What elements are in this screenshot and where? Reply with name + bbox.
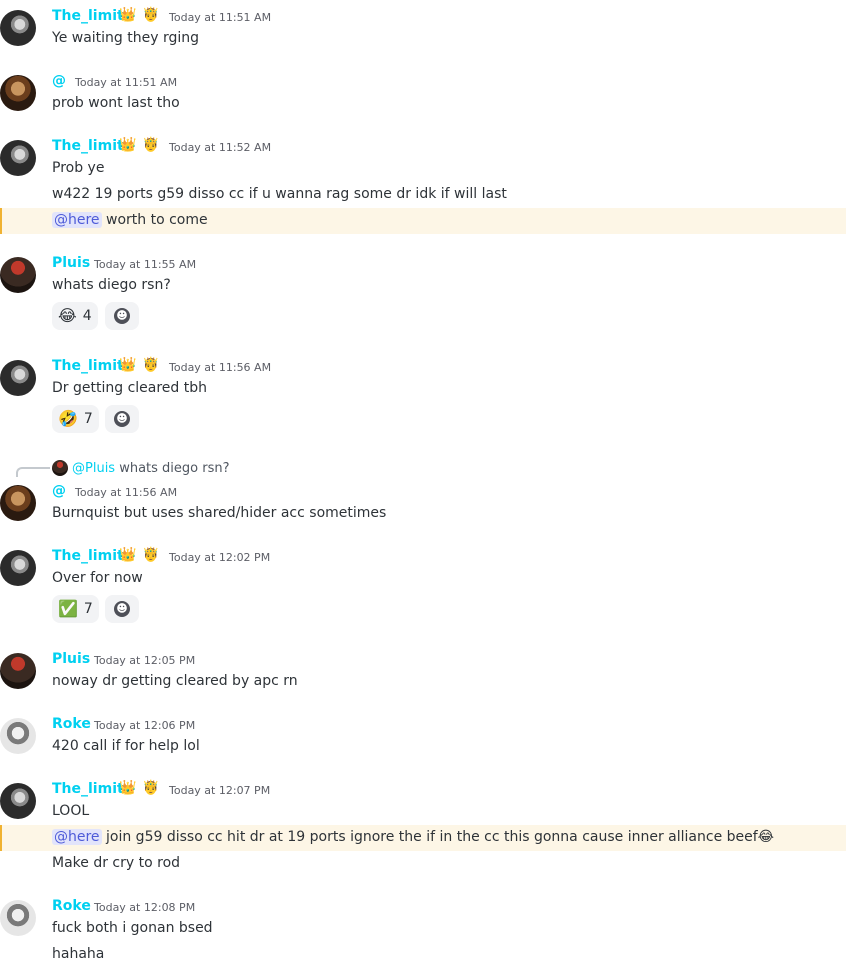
check-mark-emoji-icon: ✅	[58, 599, 78, 618]
message-text: Burnquist but uses shared/hider acc some…	[52, 505, 387, 521]
message-text: whats diego rsn?	[52, 277, 171, 293]
timestamp: Today at 12:07 PM	[169, 784, 271, 797]
add-reaction-button[interactable]: ☻	[105, 405, 139, 433]
message-text: 420 call if for help lol	[52, 738, 200, 754]
author-name[interactable]: The_limit	[52, 358, 124, 374]
avatar[interactable]	[0, 718, 36, 754]
king-badge-icon: 🤴	[142, 7, 160, 23]
author-name[interactable]: The_limit	[52, 8, 124, 24]
mention-highlight-bar	[0, 825, 2, 851]
author-name[interactable]: The_limit	[52, 548, 124, 564]
author-name[interactable]: @	[52, 73, 66, 89]
avatar[interactable]	[0, 485, 36, 521]
reply-avatar	[52, 460, 68, 476]
message-text: Over for now	[52, 570, 143, 586]
here-mention[interactable]: @here	[52, 212, 102, 228]
author-name[interactable]: The_limit	[52, 781, 124, 797]
smile-plus-icon: ☻	[114, 601, 130, 617]
avatar[interactable]	[0, 10, 36, 46]
timestamp: Today at 11:52 AM	[169, 141, 272, 154]
crown-badge-icon: 👑	[119, 7, 137, 23]
reaction-count: 7	[83, 601, 93, 617]
add-reaction-button[interactable]: ☻	[105, 302, 139, 330]
joy-emoji-icon: 😂	[58, 306, 77, 325]
add-reaction-button[interactable]: ☻	[105, 595, 139, 623]
avatar[interactable]	[0, 140, 36, 176]
reaction-count: 7	[83, 411, 93, 427]
reaction-chip[interactable]: 🤣 7	[52, 405, 99, 433]
reaction-chip[interactable]: ✅ 7	[52, 595, 99, 623]
reaction-chip[interactable]: 😂 4	[52, 302, 98, 330]
smile-plus-icon: ☻	[114, 308, 130, 324]
avatar[interactable]	[0, 653, 36, 689]
reply-connector	[16, 467, 50, 477]
smile-plus-icon: ☻	[114, 411, 130, 427]
message-text: noway dr getting cleared by apc rn	[52, 673, 298, 689]
avatar[interactable]	[0, 257, 36, 293]
timestamp: Today at 11:51 AM	[169, 11, 272, 24]
avatar[interactable]	[0, 550, 36, 586]
timestamp: Today at 12:08 PM	[94, 901, 196, 914]
message-text: Make dr cry to rod	[52, 855, 181, 871]
message-text: fuck both i gonan bsed	[52, 920, 213, 936]
reply-author[interactable]: @Pluis	[72, 461, 115, 476]
message-text: Ye waiting they rging	[52, 30, 200, 46]
avatar[interactable]	[0, 360, 36, 396]
reply-preview[interactable]: @Pluis whats diego rsn?	[72, 461, 230, 476]
timestamp: Today at 11:55 AM	[94, 258, 197, 271]
message-text: prob wont last tho	[52, 95, 180, 111]
author-name[interactable]: @	[52, 483, 66, 499]
message-text: w422 19 ports g59 disso cc if u wanna ra…	[52, 186, 507, 202]
message-text: worth to come	[101, 212, 208, 228]
avatar[interactable]	[0, 900, 36, 936]
message-text: Prob ye	[52, 160, 105, 176]
king-badge-icon: 🤴	[142, 357, 160, 373]
author-name[interactable]: Roke	[52, 716, 91, 732]
message-text: Dr getting cleared tbh	[52, 380, 207, 396]
mention-message: @here worth to come	[52, 212, 208, 228]
king-badge-icon: 🤴	[142, 780, 160, 796]
timestamp: Today at 12:02 PM	[169, 551, 271, 564]
author-name[interactable]: Pluis	[52, 255, 90, 271]
timestamp: Today at 12:05 PM	[94, 654, 196, 667]
message-text: LOOL	[52, 803, 90, 819]
author-name[interactable]: Roke	[52, 898, 91, 914]
crown-badge-icon: 👑	[119, 357, 137, 373]
author-name[interactable]: The_limit	[52, 138, 124, 154]
message-text: hahaha	[52, 946, 105, 962]
reaction-count: 4	[82, 308, 92, 324]
here-mention[interactable]: @here	[52, 829, 102, 845]
rofl-emoji-icon: 🤣	[58, 409, 78, 428]
message-text: join g59 disso cc hit dr at 19 ports ign…	[101, 829, 775, 845]
avatar[interactable]	[0, 75, 36, 111]
author-name[interactable]: Pluis	[52, 651, 90, 667]
king-badge-icon: 🤴	[142, 547, 160, 563]
mention-message: @here join g59 disso cc hit dr at 19 por…	[52, 829, 774, 845]
timestamp: Today at 11:56 AM	[169, 361, 272, 374]
king-badge-icon: 🤴	[142, 137, 160, 153]
crown-badge-icon: 👑	[119, 137, 137, 153]
mention-highlight-bar	[0, 208, 2, 234]
timestamp: Today at 11:56 AM	[75, 486, 178, 499]
timestamp: Today at 12:06 PM	[94, 719, 196, 732]
crown-badge-icon: 👑	[119, 780, 137, 796]
timestamp: Today at 11:51 AM	[75, 76, 178, 89]
crown-badge-icon: 👑	[119, 547, 137, 563]
reply-text: whats diego rsn?	[119, 461, 230, 476]
avatar[interactable]	[0, 783, 36, 819]
